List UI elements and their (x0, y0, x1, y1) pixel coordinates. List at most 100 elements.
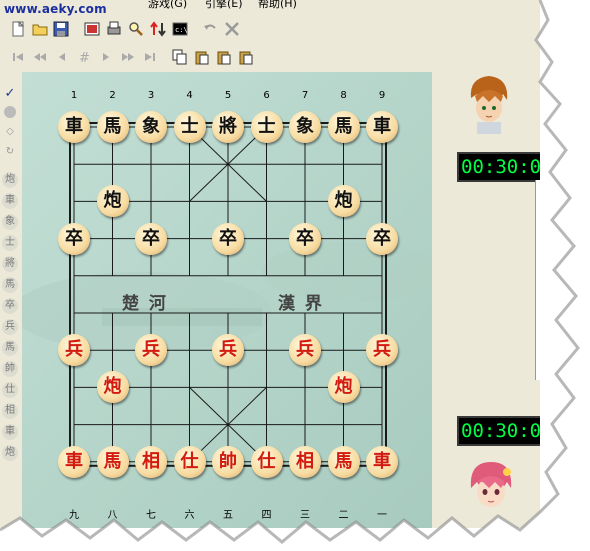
menu-help[interactable]: 帮助(H) (258, 0, 297, 11)
river-left-text: 楚 河 (122, 294, 168, 314)
file-number-bottom: 一 (377, 510, 387, 521)
palette-piece[interactable]: 士 (2, 235, 18, 251)
chess-board-panel: 車馬象士將士象馬車炮炮卒卒卒卒卒兵兵兵兵兵炮炮車馬相仕帥仕相馬車 1234567… (22, 72, 432, 528)
red-cannon[interactable]: 炮 (96, 371, 129, 404)
palette-piece[interactable]: 兵 (2, 319, 18, 335)
black-piece[interactable]: 象 (289, 111, 321, 143)
red-soldier[interactable]: 兵 (58, 334, 90, 367)
river-right-text: 漢 界 (278, 294, 324, 314)
black-piece[interactable]: 車 (58, 111, 90, 143)
search-icon[interactable] (128, 21, 144, 37)
file-number-bottom: 二 (338, 510, 349, 521)
palette-piece[interactable]: 車 (2, 424, 18, 440)
file-number-top: 2 (109, 90, 116, 101)
red-piece[interactable]: 仕 (250, 445, 283, 478)
previous-move-icon[interactable] (54, 49, 70, 65)
black-piece[interactable]: 車 (366, 111, 398, 143)
copy-icon[interactable] (172, 49, 188, 65)
file-number-bottom: 九 (69, 510, 79, 521)
black-piece[interactable]: 士 (250, 111, 283, 143)
palette-piece[interactable]: 炮 (2, 172, 18, 188)
rotate-icon[interactable]: ↻ (2, 144, 18, 160)
palette-piece[interactable]: 帥 (2, 361, 18, 377)
red-piece[interactable]: 帥 (212, 445, 244, 478)
move-list-edge (535, 180, 540, 380)
palette-piece[interactable]: 相 (2, 403, 18, 419)
board-setup-icon[interactable] (84, 21, 100, 37)
file-number-bottom: 四 (261, 510, 272, 521)
red-player-avatar (467, 458, 515, 518)
goto-move-icon[interactable]: # (76, 49, 92, 66)
last-move-icon[interactable] (142, 49, 158, 65)
red-soldier[interactable]: 兵 (135, 334, 167, 367)
red-piece[interactable]: 相 (135, 445, 167, 478)
black-cannon[interactable]: 炮 (96, 185, 129, 218)
black-clock: 00:30:00 (457, 152, 540, 182)
file-number-top: 8 (340, 90, 347, 101)
first-move-icon[interactable] (10, 49, 26, 65)
flip-board-icon[interactable] (150, 21, 166, 37)
palette-piece[interactable]: 仕 (2, 382, 18, 398)
red-piece[interactable]: 馬 (327, 445, 360, 478)
fast-forward-icon[interactable] (120, 49, 136, 65)
check-icon[interactable]: ✓ (2, 86, 18, 102)
menu-engine[interactable]: 引擎(E) (205, 0, 243, 11)
undo-icon[interactable] (202, 21, 218, 37)
file-number-bottom: 八 (107, 510, 118, 521)
tools-icon[interactable] (224, 21, 240, 37)
red-cannon[interactable]: 炮 (327, 371, 360, 404)
new-game-icon[interactable] (10, 20, 26, 37)
black-soldier[interactable]: 卒 (58, 222, 90, 255)
red-piece[interactable]: 相 (289, 445, 321, 478)
file-number-top: 4 (186, 90, 193, 101)
menu-game[interactable]: 游戏(G) (148, 0, 187, 11)
paste-icon[interactable] (194, 49, 210, 65)
open-folder-icon[interactable] (32, 21, 48, 37)
black-cannon[interactable]: 炮 (327, 185, 360, 218)
paste-fen-icon[interactable] (216, 49, 232, 65)
palette-piece[interactable]: 馬 (2, 277, 18, 293)
black-piece[interactable]: 馬 (327, 111, 360, 143)
red-soldier[interactable]: 兵 (289, 334, 321, 367)
eraser-icon[interactable]: ◇ (2, 124, 18, 140)
file-number-top: 1 (70, 90, 78, 101)
red-piece[interactable]: 車 (58, 445, 90, 478)
svg-text:#: # (79, 51, 90, 65)
paste-game-icon[interactable] (238, 49, 254, 65)
file-number-bottom: 五 (223, 510, 233, 521)
red-soldier[interactable]: 兵 (366, 334, 398, 367)
dot-icon[interactable] (4, 106, 16, 118)
red-piece[interactable]: 馬 (96, 445, 129, 478)
save-icon[interactable] (53, 21, 69, 37)
print-icon[interactable] (106, 21, 122, 37)
black-soldier[interactable]: 卒 (366, 222, 398, 255)
app-window: 游戏(G) 引擎(E) 帮助(H) www.aeky.com c:\ # ✓ ◇… (0, 0, 540, 528)
console-icon[interactable]: c:\ (172, 21, 188, 37)
file-number-top: 5 (224, 90, 232, 101)
palette-piece[interactable]: 卒 (2, 298, 18, 314)
palette-piece[interactable]: 象 (2, 214, 18, 230)
black-soldier[interactable]: 卒 (289, 222, 321, 255)
palette-piece[interactable]: 將 (2, 256, 18, 272)
player-panel: 00:30:00 00:30:0 (437, 72, 540, 528)
rewind-icon[interactable] (32, 49, 48, 65)
red-clock: 00:30:0 (457, 416, 540, 446)
red-soldier[interactable]: 兵 (212, 334, 244, 367)
svg-text:c:\: c:\ (175, 26, 188, 34)
red-piece[interactable]: 車 (366, 445, 398, 478)
black-piece[interactable]: 將 (212, 111, 244, 143)
black-piece[interactable]: 象 (135, 111, 167, 143)
red-piece[interactable]: 仕 (173, 445, 206, 478)
palette-piece[interactable]: 車 (2, 193, 18, 209)
file-number-bottom: 三 (300, 510, 310, 521)
black-soldier[interactable]: 卒 (135, 222, 167, 255)
toolbar-navigation: # (0, 46, 540, 68)
file-number-top: 9 (378, 90, 386, 101)
palette-piece[interactable]: 炮 (2, 445, 18, 461)
palette-piece[interactable]: 馬 (2, 340, 18, 356)
black-soldier[interactable]: 卒 (212, 222, 244, 255)
black-piece[interactable]: 馬 (96, 111, 129, 143)
file-number-bottom: 六 (184, 510, 195, 521)
black-piece[interactable]: 士 (173, 111, 206, 143)
next-move-icon[interactable] (98, 49, 114, 65)
